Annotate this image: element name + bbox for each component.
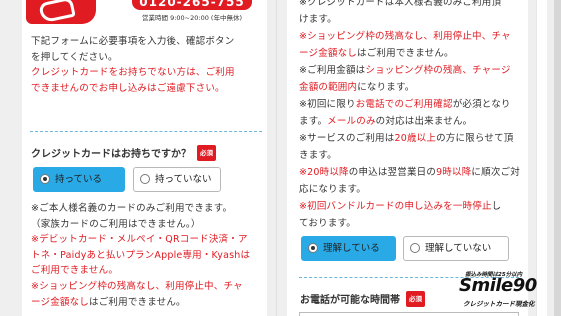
condition-segment: メールのみ bbox=[327, 116, 376, 127]
question-credit-card: クレジットカードはお持ちですか？ 必須 bbox=[31, 145, 216, 162]
condition-line: きます。 bbox=[299, 147, 525, 164]
condition-line: ※ショッピング枠の残高なし、利用停止中、チャ bbox=[299, 28, 525, 45]
radio-no-card[interactable]: 持っていない bbox=[133, 167, 221, 192]
panel-divider bbox=[276, 0, 277, 316]
condition-segment: 金額の範囲内 bbox=[299, 82, 358, 93]
condition-segment: の対応は出来ません。 bbox=[375, 116, 473, 127]
brand-mascot-icon bbox=[26, 0, 96, 24]
condition-segment: お電話でのご利用確認 bbox=[355, 99, 453, 110]
intro-text: 下記フォームに必要事項を入力後、確認ボタン を押してください。 クレジットカード… bbox=[31, 36, 235, 94]
condition-segment: ショッピング枠の残高、チャージ bbox=[365, 65, 511, 76]
right-form-panel: ※クレジットカードは本人様名義のみご利用頂 けます。 ※ショッピング枠の残高なし、利… bbox=[287, 0, 528, 316]
condition-line: ております。 bbox=[299, 215, 525, 232]
condition-segment: になります。 bbox=[357, 82, 415, 93]
radio-empty-icon bbox=[140, 174, 150, 184]
condition-line: ます。メールのみの対応は出来ません。 bbox=[299, 113, 525, 130]
condition-segment: に順次ご対 bbox=[471, 167, 520, 178]
condition-segment: きます。 bbox=[299, 150, 337, 161]
section-divider bbox=[30, 131, 262, 132]
condition-line: けます。 bbox=[299, 11, 525, 28]
condition-segment: はご利用できません。 bbox=[357, 48, 454, 59]
condition-line: ※ご利用金額はショッピング枠の残高、チャージ bbox=[299, 62, 525, 79]
condition-segment: ※ご利用金額は bbox=[299, 65, 366, 76]
condition-line: ※初回に限りお電話でのご利用確認が必須となり bbox=[299, 96, 525, 113]
condition-segment: ます。 bbox=[299, 116, 328, 127]
condition-segment: の申込は翌営業日の bbox=[348, 167, 437, 178]
radio-understand[interactable]: 理解している bbox=[301, 236, 396, 261]
conditions-text: ※クレジットカードは本人様名義のみご利用頂 けます。 ※ショッピング枠の残高なし、利… bbox=[299, 0, 525, 232]
condition-line: 応になります。 bbox=[299, 181, 525, 198]
condition-segment: の方に限らせて頂 bbox=[436, 133, 514, 144]
condition-segment: 応になります。 bbox=[299, 184, 366, 195]
call-time-select[interactable] bbox=[299, 312, 519, 316]
condition-segment: ージ金額なし bbox=[299, 48, 358, 59]
condition-segment: ※20時以降 bbox=[299, 167, 349, 178]
condition-segment: ております。 bbox=[299, 218, 356, 229]
header-banner: 0120-265-755 営業時間 9:00~20:00 (年中無休) bbox=[22, 0, 267, 28]
radio-selected-icon bbox=[40, 174, 50, 184]
required-badge: 必須 bbox=[197, 145, 216, 161]
condition-segment: ※ショッピング枠の残高なし、利用停止中、チャ bbox=[299, 31, 511, 42]
condition-line: ージ金額なしはご利用できません。 bbox=[299, 45, 525, 62]
condition-line: ※初回バンドルカードの申し込みを一時停止し bbox=[299, 198, 525, 215]
window-scrollbar[interactable] bbox=[554, 0, 561, 316]
left-form-panel: 0120-265-755 営業時間 9:00~20:00 (年中無休) 下記フォ… bbox=[22, 0, 267, 316]
smile90-logo: 振込み時間は25分以内 Smile90 クレジットカード現金化 bbox=[459, 272, 537, 308]
condition-segment: が必須となり bbox=[452, 99, 511, 110]
page-scrollbar[interactable] bbox=[536, 0, 547, 316]
radio-not-understand[interactable]: 理解していない bbox=[403, 236, 509, 261]
required-badge: 必須 bbox=[406, 291, 425, 307]
condition-segment: 9時以降 bbox=[436, 167, 472, 178]
radio-empty-icon bbox=[410, 243, 420, 253]
card-notes: ※ご本人様名義のカードのみご利用できます。 （家族カードのご利用はできません。）… bbox=[31, 203, 251, 308]
condition-segment: 20歳以上 bbox=[394, 133, 437, 144]
condition-line: ※クレジットカードは本人様名義のみご利用頂 bbox=[299, 0, 525, 11]
condition-segment: ※初回バンドルカードの申し込みを一時停止 bbox=[299, 201, 492, 212]
condition-segment: ※初回に限り bbox=[299, 99, 356, 110]
condition-line: ※20時以降の申込は翌営業日の9時以降に順次ご対 bbox=[299, 164, 525, 181]
radio-selected-icon bbox=[308, 243, 318, 253]
radio-has-card[interactable]: 持っている bbox=[33, 167, 125, 192]
business-hours: 営業時間 9:00~20:00 (年中無休) bbox=[142, 14, 242, 22]
condition-line: 金額の範囲内になります。 bbox=[299, 79, 525, 96]
phone-number-button[interactable]: 0120-265-755 bbox=[132, 0, 252, 10]
condition-segment: ※サービスのご利用は bbox=[299, 133, 395, 144]
condition-line: ※サービスのご利用は20歳以上の方に限らせて頂 bbox=[299, 130, 525, 147]
condition-segment: ※クレジットカードは本人様名義のみご利用頂 bbox=[299, 0, 502, 8]
question-call-time: お電話が可能な時間帯 必須 bbox=[300, 291, 425, 308]
condition-segment: し bbox=[491, 201, 502, 212]
condition-segment: けます。 bbox=[299, 14, 337, 25]
